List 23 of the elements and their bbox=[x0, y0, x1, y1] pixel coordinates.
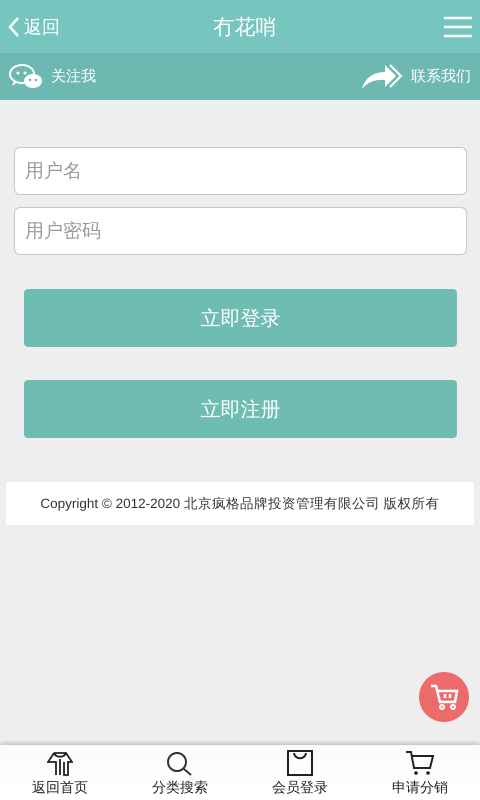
page-title: 冇花哨 bbox=[212, 14, 278, 40]
menu-icon[interactable] bbox=[444, 16, 472, 38]
chevron-left-icon bbox=[8, 16, 20, 38]
copyright-text: Copyright © 2012-2020 北京疯格品牌投资管理有限公司 版权所有 bbox=[40, 496, 440, 511]
tab-item[interactable]: 申请分销 bbox=[360, 745, 480, 800]
follow-link[interactable]: 关注我 bbox=[9, 64, 96, 90]
register-button[interactable]: 立即注册 bbox=[24, 380, 457, 438]
shirt-icon bbox=[47, 752, 73, 776]
chat-bubbles-icon bbox=[9, 64, 43, 90]
contact-link[interactable]: 联系我们 bbox=[361, 62, 471, 90]
cart-icon bbox=[429, 682, 459, 712]
text-field[interactable]: 用户密码 bbox=[14, 207, 467, 255]
back-button[interactable]: 返回 bbox=[8, 14, 60, 38]
share-arrow-icon bbox=[361, 62, 403, 90]
cart-button[interactable] bbox=[419, 672, 469, 722]
cart-icon bbox=[405, 750, 435, 776]
search-icon bbox=[166, 752, 194, 776]
text-field[interactable]: 用户名 bbox=[14, 147, 467, 195]
tab-item[interactable]: 分类搜索 bbox=[120, 745, 240, 800]
tab-item[interactable]: 返回首页 bbox=[0, 745, 120, 800]
tab-item[interactable]: 会员登录 bbox=[240, 745, 360, 800]
bag-icon bbox=[286, 750, 314, 776]
login-button[interactable]: 立即登录 bbox=[24, 289, 457, 347]
